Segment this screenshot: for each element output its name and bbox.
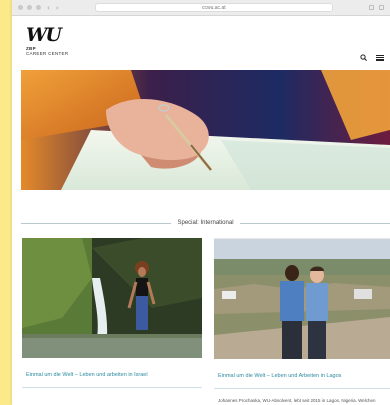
article-title[interactable]: Einmal um die Welt – Leben und Arbeiten … [214, 373, 390, 389]
forward-icon[interactable]: › [56, 4, 59, 12]
back-icon[interactable]: ‹ [47, 4, 50, 12]
share-icon[interactable] [369, 5, 374, 10]
divider [239, 222, 390, 224]
site-header: WU ZBP CAREER CENTER [12, 16, 390, 70]
menu-icon[interactable] [376, 54, 384, 61]
article-image-israel[interactable] [22, 238, 202, 358]
article-title[interactable]: Einmal um die Welt – Leben und arbeiten … [22, 372, 202, 388]
article-excerpt: Johannes Prochaska, WU-Absolvent, lebt s… [218, 398, 376, 403]
logo-mark: WU [26, 24, 62, 46]
browser-toolbar: ‹ › ccwu.ac.at [12, 0, 390, 16]
address-text: ccwu.ac.at [202, 4, 226, 11]
article-card[interactable]: Einmal um die Welt – Leben und Arbeiten … [214, 238, 390, 405]
article-image-lagos[interactable] [214, 239, 390, 359]
divider [21, 222, 172, 224]
window-controls[interactable] [18, 5, 41, 10]
tabs-icon[interactable] [379, 5, 384, 10]
maximize-dot[interactable] [36, 5, 41, 10]
minimize-dot[interactable] [27, 5, 32, 10]
hero-image [21, 70, 390, 190]
browser-window: ‹ › ccwu.ac.at WU ZBP CAREER CENTER Spec… [12, 0, 390, 405]
article-card[interactable]: Einmal um die Welt – Leben und arbeiten … [22, 238, 202, 405]
close-dot[interactable] [18, 5, 23, 10]
logo-subtitle: ZBP CAREER CENTER [26, 46, 69, 56]
section-title: Special: International [177, 220, 234, 226]
logo[interactable]: WU ZBP CAREER CENTER [26, 24, 69, 57]
section-header: Special: International [21, 218, 390, 228]
search-icon[interactable] [360, 54, 367, 61]
address-bar[interactable]: ccwu.ac.at [94, 3, 333, 12]
